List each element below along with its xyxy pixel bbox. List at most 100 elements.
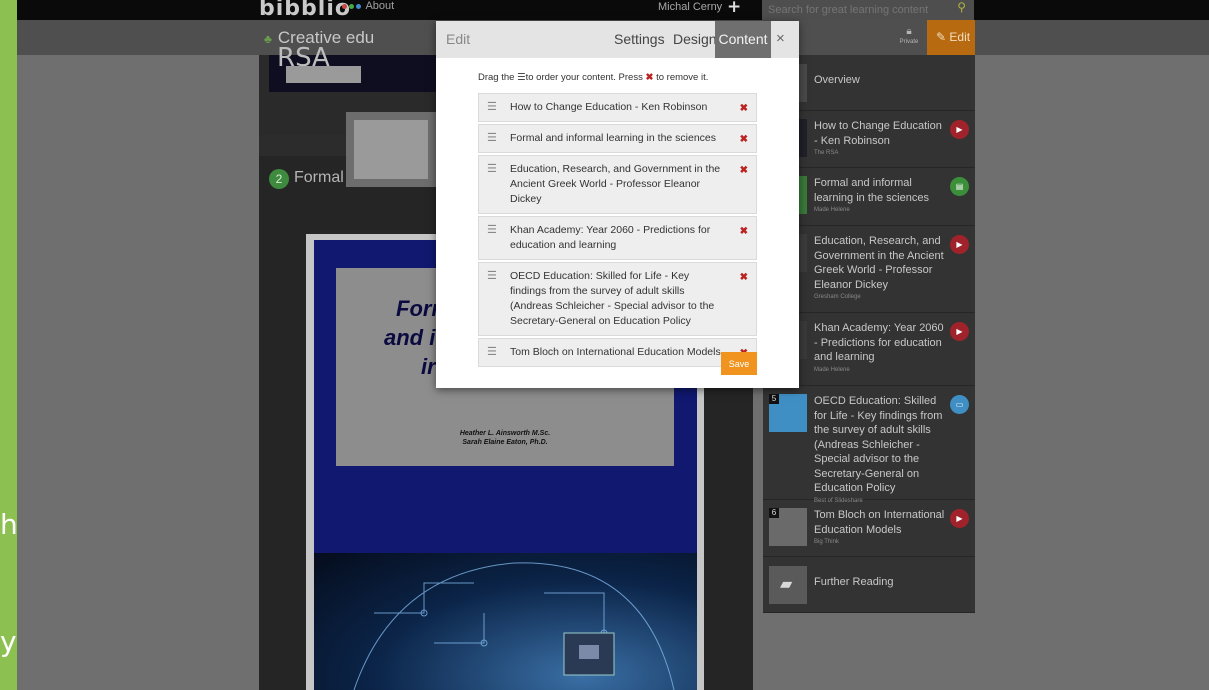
close-icon[interactable]: × xyxy=(776,30,785,47)
modal-instructions: Drag the ☰to order your content. Press ✖… xyxy=(478,72,708,83)
cover-title-line: and i xyxy=(384,325,436,350)
drag-handle-icon[interactable]: ☰ xyxy=(487,223,497,238)
tab-settings[interactable]: Settings xyxy=(614,31,665,47)
search-input[interactable] xyxy=(762,1,952,19)
item-source: Gresham College xyxy=(814,294,861,300)
partial-text: h xyxy=(0,508,18,541)
video-thumbnail[interactable]: RSA xyxy=(269,43,439,92)
content-order-list: ☰ How to Change Education - Ken Robinson ✖… xyxy=(478,93,757,369)
top-nav-bar xyxy=(17,0,1209,20)
remove-icon[interactable]: ✖ xyxy=(740,224,748,239)
item-source: The RSA xyxy=(814,150,839,156)
item-title: Further Reading xyxy=(814,576,894,588)
item-source: Big Think xyxy=(814,539,839,545)
circuit-graphic xyxy=(353,562,675,690)
tab-design[interactable]: Design xyxy=(673,31,717,47)
edit-label: Edit xyxy=(949,30,971,44)
discussion-icon: ▭ xyxy=(950,395,969,414)
content-item-title: Education, Research, and Government in t… xyxy=(510,163,721,205)
partial-text: y xyxy=(0,625,17,658)
cover-author: Heather L. Ainsworth M.Sc. xyxy=(459,430,551,437)
remove-icon: ✖ xyxy=(645,72,654,83)
dot-icon xyxy=(349,3,354,9)
about-link[interactable]: About xyxy=(342,0,394,12)
video-icon: ▶ xyxy=(950,120,969,139)
item-thumbnail: ▰ xyxy=(769,566,807,604)
drag-handle-icon[interactable]: ☰ xyxy=(487,162,497,177)
plus-icon[interactable]: + xyxy=(727,0,741,17)
about-label: About xyxy=(365,0,395,12)
item-source: Made Helene xyxy=(814,366,850,373)
drag-handle-icon[interactable]: ☰ xyxy=(487,100,497,115)
lock-icon: 🔒︎ xyxy=(906,26,912,37)
item-text: Formal and informal learning in the scie… xyxy=(814,176,947,215)
privacy-toggle[interactable]: 🔒︎ Private xyxy=(896,27,922,47)
content-item-title: How to Change Education - Ken Robinson xyxy=(510,101,708,113)
cover-title-line: Forı xyxy=(396,296,438,321)
cover-circuit-image xyxy=(314,553,697,690)
item-text: Education, Research, and Government in t… xyxy=(814,234,947,302)
content-item-title: OECD Education: Skilled for Life - Key f… xyxy=(510,270,715,327)
modal-header: Edit Settings Design Content × xyxy=(436,21,799,58)
content-order-item[interactable]: ☰ Formal and informal learning in the sci… xyxy=(478,124,757,153)
content-order-item[interactable]: ☰ OECD Education: Skilled for Life - Key … xyxy=(478,262,757,336)
save-button[interactable]: Save xyxy=(721,352,757,375)
content-order-item[interactable]: ☰ How to Change Education - Ken Robinson ✖ xyxy=(478,93,757,122)
item-thumbnail: 5 xyxy=(769,394,807,432)
left-green-strip: h y xyxy=(0,0,18,690)
playlist-item[interactable]: 6 Tom Bloch on International Education Mo… xyxy=(763,500,975,557)
drag-handle-icon: ☰ xyxy=(517,72,526,83)
cover-author: Sarah Elaine Eaton, Ph.D. xyxy=(462,439,548,446)
content-item-title: Formal and informal learning in the scie… xyxy=(510,132,717,144)
video-icon: ▶ xyxy=(950,322,969,341)
item-source: Made Helene xyxy=(814,207,850,213)
drag-handle-icon[interactable]: ☰ xyxy=(487,269,497,284)
modal-edit-label: Edit xyxy=(446,31,471,47)
instructions-text: to remove it. xyxy=(656,72,709,83)
video-icon: ▶ xyxy=(950,235,969,254)
item-title: Khan Academy: Year 2060 - Predictions fo… xyxy=(814,322,944,363)
user-name[interactable]: Michal Cerny xyxy=(658,1,722,13)
content-order-item[interactable]: ☰ Education, Research, and Government in … xyxy=(478,155,757,214)
edit-button[interactable]: ✎ Edit xyxy=(927,20,975,55)
item-number: 6 xyxy=(769,508,779,518)
playlist-item[interactable]: 5 OECD Education: Skilled for Life - Key … xyxy=(763,386,975,504)
item-text: Khan Academy: Year 2060 - Predictions fo… xyxy=(814,321,947,375)
drag-handle-icon[interactable]: ☰ xyxy=(487,345,497,360)
remove-icon[interactable]: ✖ xyxy=(740,163,748,178)
item-title: Education, Research, and Government in t… xyxy=(814,235,944,291)
instructions-text: to order your content. Press xyxy=(525,72,643,83)
video-icon: ▶ xyxy=(950,509,969,528)
dot-icon xyxy=(356,3,361,9)
playlist-item[interactable]: ▰ Further Reading xyxy=(763,557,975,613)
privacy-label: Private xyxy=(899,39,919,45)
item-text: Tom Bloch on International Education Mod… xyxy=(814,508,947,547)
item-text: How to Change Education - Ken Robinson Th… xyxy=(814,119,947,158)
remove-icon[interactable]: ✖ xyxy=(740,270,748,285)
content-item-title: Khan Academy: Year 2060 - Predictions fo… xyxy=(510,224,711,251)
search-icon[interactable]: ⚲ xyxy=(957,0,966,14)
content-order-item[interactable]: ☰ Tom Bloch on International Education Mo… xyxy=(478,338,757,367)
bibblio-logo[interactable]: bibblio xyxy=(259,0,351,21)
leaf-icon: ♣ xyxy=(264,32,272,46)
content-order-item[interactable]: ☰ Khan Academy: Year 2060 - Predictions f… xyxy=(478,216,757,260)
slides-icon: ▤ xyxy=(950,177,969,196)
instructions-text: Drag the xyxy=(478,72,515,83)
item-title: Formal and informal learning in the scie… xyxy=(814,177,929,204)
item-title: OECD Education: Skilled for Life - Key f… xyxy=(814,395,943,494)
drag-handle-icon[interactable]: ☰ xyxy=(487,131,497,146)
item-number: 5 xyxy=(769,394,779,404)
item-title: Tom Bloch on International Education Mod… xyxy=(814,509,945,536)
dot-icon xyxy=(342,3,347,9)
pencil-icon: ✎ xyxy=(936,30,947,44)
content-item-title: Tom Bloch on International Education Mod… xyxy=(510,346,721,358)
remove-icon[interactable]: ✖ xyxy=(740,132,748,147)
item-thumbnail: 6 xyxy=(769,508,807,546)
overlay-block xyxy=(346,112,436,187)
item-number-badge: 2 xyxy=(269,169,289,189)
remove-icon[interactable]: ✖ xyxy=(740,101,748,116)
tab-content[interactable]: Content xyxy=(715,21,771,58)
item-text: OECD Education: Skilled for Life - Key f… xyxy=(814,394,947,506)
search-box: ⚲ xyxy=(762,0,974,20)
cover-title-line: ir xyxy=(421,354,436,379)
